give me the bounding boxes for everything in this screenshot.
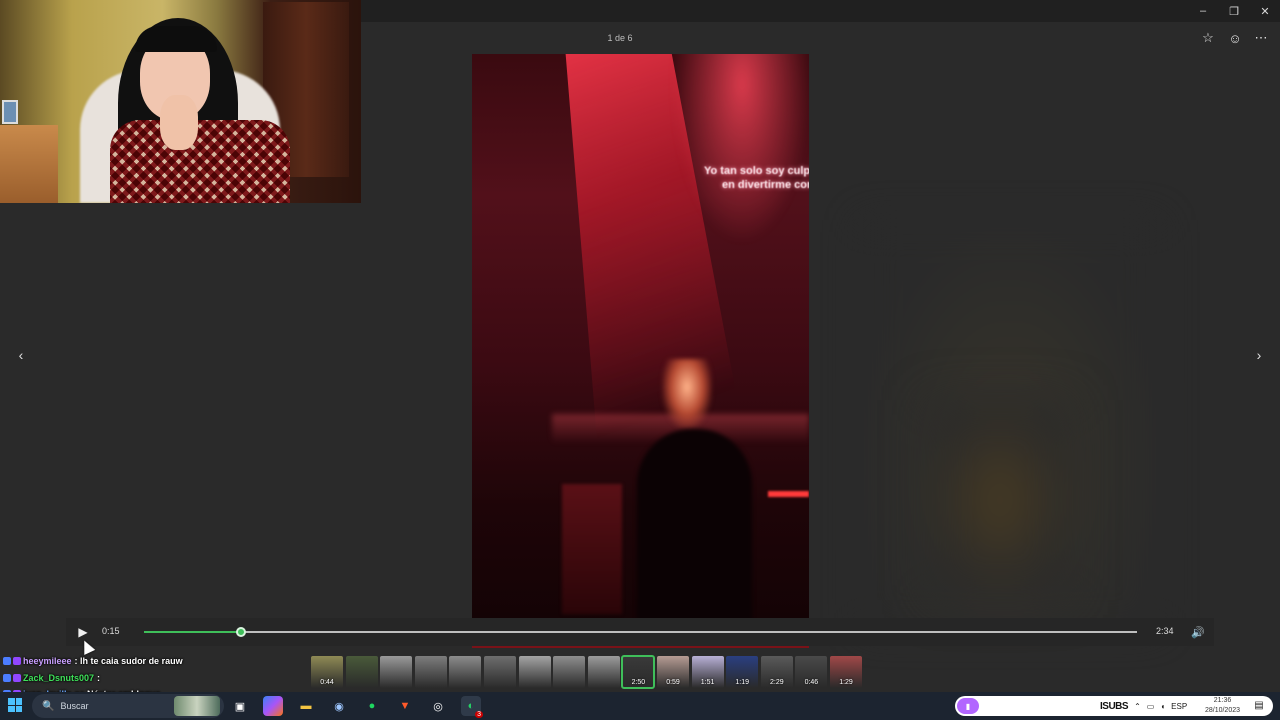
clock-time: 21:36 xyxy=(1213,697,1232,704)
thumbnail-item[interactable]: 0:44 xyxy=(311,656,343,688)
stage-red-light xyxy=(768,491,809,497)
webcam-shelf xyxy=(0,125,58,203)
network-icon[interactable]: ▭ xyxy=(1147,702,1155,711)
chat-text: : xyxy=(97,672,101,683)
thumbnail-item[interactable]: 1:51 xyxy=(691,656,724,688)
thumbnail-item[interactable] xyxy=(345,656,378,688)
language-indicator[interactable]: ESP xyxy=(1171,702,1187,711)
item-counter: 1 de 6 xyxy=(607,33,633,43)
tray-logo[interactable]: ISUBS xyxy=(1100,701,1129,712)
thumbnail-item[interactable] xyxy=(518,656,551,688)
thumbnail-duration: 1:29 xyxy=(839,679,853,686)
previous-arrow-icon[interactable]: ‹ xyxy=(11,345,31,365)
thumbnail-duration: 0:44 xyxy=(320,679,334,686)
minimize-button[interactable]: – xyxy=(1188,0,1218,22)
task-view-icon[interactable]: ▣ xyxy=(230,696,250,716)
thumbnail-item[interactable] xyxy=(449,656,482,688)
close-button[interactable]: ✕ xyxy=(1250,0,1280,22)
thumbnail-item[interactable] xyxy=(553,656,586,688)
performer-figure xyxy=(662,359,712,429)
webcam-overlay xyxy=(0,0,361,203)
thumbnail-item[interactable] xyxy=(414,656,447,688)
webcam-streamer-bangs xyxy=(135,26,217,52)
chat-username[interactable]: Zack_Dsnuts007 xyxy=(23,673,94,683)
video-controls: ▶ 0:15 2:34 🔊 xyxy=(66,618,1214,646)
steam-icon[interactable]: ◉ xyxy=(329,696,349,716)
file-explorer-icon[interactable]: ▬ xyxy=(296,696,316,716)
next-arrow-icon[interactable]: › xyxy=(1249,345,1269,365)
thumbnail-duration: 0:59 xyxy=(666,679,680,686)
webcam-streamer-shirt xyxy=(110,120,290,203)
thumbnail-item[interactable]: 1:29 xyxy=(830,656,862,688)
thumbnail-duration: 1:19 xyxy=(735,679,749,686)
volume-tray-icon[interactable]: ◖ xyxy=(1160,702,1165,711)
windows-taskbar: 🔍 Buscar ▣ ▬ ◉ ● ▼ ◎ ◐ 3 ▮ ISUBS ⌃ ▭ ◖ E… xyxy=(0,692,1280,720)
notification-icon[interactable]: ▤ xyxy=(1252,698,1266,712)
chat-message: Zack_Dsnuts007: xyxy=(3,672,100,684)
lyrics-line-2: en divertirme contigo xyxy=(722,179,809,191)
thumbnail-duration: 2:29 xyxy=(769,679,784,686)
chat-badge-icon xyxy=(3,657,11,665)
whatsapp-badge: 3 xyxy=(475,711,483,718)
seek-bar-progress xyxy=(144,631,242,633)
audience-head-silhouette xyxy=(637,429,752,620)
webcam-streamer-hand xyxy=(160,95,198,150)
search-highlight-image xyxy=(174,696,220,716)
clock-date: 28/10/2023 xyxy=(1204,707,1241,714)
thumbnail-duration: 1:51 xyxy=(700,679,715,686)
thumbnail-strip: 0:44 2:50 0:59 1:51 1:19 2:29 0:46 1:29 xyxy=(311,655,871,690)
obs-icon[interactable]: ◎ xyxy=(428,696,448,716)
thumbnail-item[interactable]: 1:19 xyxy=(726,656,759,688)
ellipsis-icon[interactable]: ⋯ xyxy=(1251,29,1271,47)
windows-start-icon[interactable] xyxy=(8,698,22,712)
thumbnail-item[interactable] xyxy=(380,656,413,688)
thumbnail-duration: 2:50 xyxy=(631,679,646,686)
copilot-icon[interactable] xyxy=(263,696,283,716)
current-time: 0:15 xyxy=(102,626,120,636)
chat-text: : lh te caia sudor de rauw xyxy=(74,656,183,666)
seek-bar-handle[interactable] xyxy=(236,627,247,637)
thumbnail-item[interactable] xyxy=(484,656,516,688)
chat-badge-icon xyxy=(13,673,21,682)
seek-bar[interactable] xyxy=(144,627,1137,637)
thumbnail-item[interactable] xyxy=(587,656,620,688)
total-time: 2:34 xyxy=(1156,626,1174,636)
search-icon: 🔍 xyxy=(42,700,55,712)
thumbnail-item[interactable]: 2:29 xyxy=(760,656,793,688)
next-item-blur-accent xyxy=(930,400,1070,600)
smiley-icon[interactable]: ☺ xyxy=(1225,29,1245,47)
restore-button[interactable]: ❐ xyxy=(1219,0,1249,22)
chat-badge-icon xyxy=(3,673,11,682)
whatsapp-icon[interactable]: ◐ 3 xyxy=(461,696,483,718)
search-placeholder: Buscar xyxy=(60,701,89,711)
stage-light-glow xyxy=(672,54,809,244)
brave-icon[interactable]: ▼ xyxy=(395,696,415,716)
chat-badge-icon xyxy=(13,657,21,665)
chevron-up-icon[interactable]: ⌃ xyxy=(1134,702,1141,711)
star-icon[interactable]: ☆ xyxy=(1198,29,1218,47)
chat-message: heeymileee: lh te caia sudor de rauw xyxy=(3,655,183,667)
thumbnail-item[interactable]: 0:46 xyxy=(795,656,828,688)
thumbnail-duration: 0:46 xyxy=(804,679,819,686)
lyrics-line-1: Yo tan solo soy culpable xyxy=(704,165,809,177)
thumbnail-item[interactable]: 2:50 xyxy=(621,655,656,689)
webcam-picture-frame xyxy=(2,100,18,124)
speaker-stack xyxy=(562,484,622,614)
video-frame[interactable]: Yo tan solo soy culpable en divertirme c… xyxy=(472,54,809,620)
stage-screen-lyrics: Yo tan solo soy culpable en divertirme c… xyxy=(704,164,809,192)
spotify-icon[interactable]: ● xyxy=(362,696,382,716)
tray-icons: ISUBS ⌃ ▭ ◖ ESP xyxy=(1100,696,1187,716)
tray-app-icon[interactable]: ▮ xyxy=(957,698,979,714)
volume-icon[interactable]: 🔊 xyxy=(1190,624,1206,640)
chat-username[interactable]: heeymileee xyxy=(23,656,72,666)
taskbar-search[interactable]: 🔍 Buscar xyxy=(32,694,224,718)
thumbnail-item[interactable]: 0:59 xyxy=(657,656,689,688)
taskbar-clock[interactable]: 21:36 28/10/2023 xyxy=(1200,696,1245,716)
